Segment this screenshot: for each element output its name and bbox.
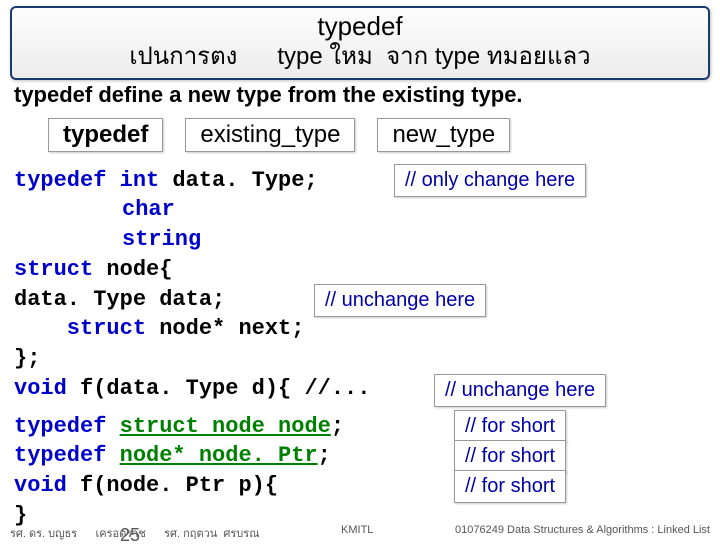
code-text: [14, 316, 54, 341]
code-text: ;: [318, 443, 331, 468]
comment-unchange-2: // unchange here: [434, 374, 606, 407]
kw-string: string: [122, 227, 201, 252]
kw-struct: struct: [14, 257, 106, 282]
kw-struct: struct: [54, 316, 160, 341]
syntax-typedef: typedef: [48, 118, 163, 152]
title-line1: typedef: [22, 12, 698, 41]
code-line: typedef struct node node;: [14, 412, 706, 442]
comment-short-3: // for short: [454, 470, 566, 503]
code-line: char: [14, 195, 706, 225]
footer: รศ. ดร. บญธร เครอตราช รศ. กฤตวน ศรบรณ KM…: [0, 524, 720, 542]
underline-type: node* node. Ptr: [120, 443, 318, 468]
subtitle: typedef define a new type from the exist…: [14, 82, 706, 108]
code-line: void f(node. Ptr p){: [14, 471, 706, 501]
code-line: typedef int data. Type;: [14, 166, 706, 196]
syntax-existing: existing_type: [185, 118, 355, 152]
syntax-row: typedef existing_type new_type: [48, 118, 720, 152]
code-text: };: [14, 346, 40, 371]
title-line2: เปนการตง type ใหม จาก type ทมอยแลว: [22, 41, 698, 72]
kw-typedef: typedef: [14, 168, 120, 193]
kw-char: char: [122, 197, 175, 222]
code-text: data. Type data;: [14, 287, 225, 312]
code-text: f(data. Type d){ //...: [80, 376, 370, 401]
title-box: typedef เปนการตง type ใหม จาก type ทมอยแ…: [10, 6, 710, 80]
slide-number: 25: [120, 525, 140, 546]
code-line: string: [14, 225, 706, 255]
code-text: f(node. Ptr p){: [80, 473, 278, 498]
kw-void: void: [14, 473, 80, 498]
kw-typedef: typedef: [14, 443, 120, 468]
footer-right: 01076249 Data Structures & Algorithms : …: [455, 524, 710, 542]
code-line: struct node{: [14, 255, 706, 285]
comment-short-1: // for short: [454, 410, 566, 443]
kw-typedef: typedef: [14, 414, 120, 439]
code-block-1: typedef int data. Type; char string stru…: [14, 166, 706, 416]
code-text: data. Type;: [159, 168, 317, 193]
code-text: node* next;: [159, 316, 304, 341]
kw-int: int: [120, 168, 160, 193]
code-line: struct node* next;: [14, 314, 706, 344]
footer-mid: KMITL: [341, 524, 373, 542]
comment-only-change: // only change here: [394, 164, 586, 197]
code-text: ;: [331, 414, 344, 439]
underline-type: struct node node: [120, 414, 331, 439]
comment-unchange-1: // unchange here: [314, 284, 486, 317]
comment-short-2: // for short: [454, 440, 566, 473]
kw-void: void: [14, 376, 80, 401]
code-line: typedef node* node. Ptr;: [14, 441, 706, 471]
syntax-new: new_type: [377, 118, 510, 152]
code-text: node{: [106, 257, 172, 282]
code-block-2: typedef struct node node; typedef node* …: [14, 412, 706, 542]
code-line: };: [14, 344, 706, 374]
